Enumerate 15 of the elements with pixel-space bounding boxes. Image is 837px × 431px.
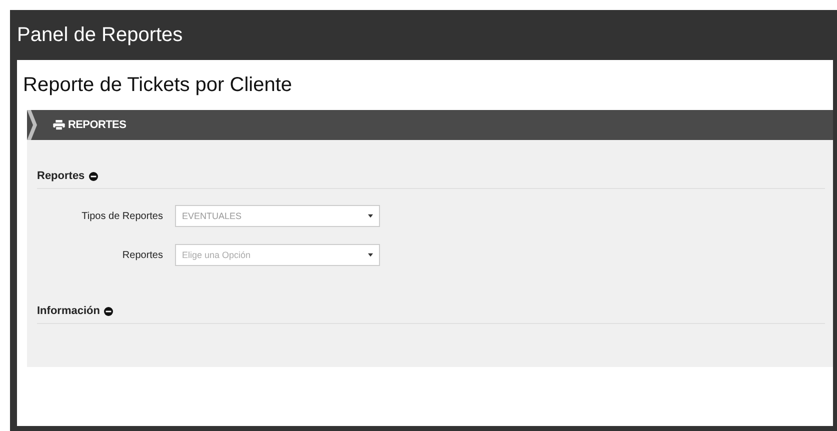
section-heading: Información xyxy=(37,305,100,317)
select-field[interactable]: EVENTUALES xyxy=(175,205,380,227)
section-bar-label: REPORTES xyxy=(68,119,126,131)
window-title: Panel de Reportes xyxy=(17,24,183,46)
bar-notch-icon xyxy=(27,110,37,140)
field-label: Tipos de Reportes xyxy=(80,210,163,222)
field-label: Reportes xyxy=(121,250,163,260)
section-heading: Reportes xyxy=(37,170,85,182)
select-field[interactable]: Elige una Opción xyxy=(175,244,380,266)
collapse-icon[interactable] xyxy=(104,306,113,316)
printer-icon xyxy=(53,120,65,130)
page-title: Reporte de Tickets por Cliente xyxy=(22,73,294,98)
caret-icon xyxy=(368,253,373,257)
collapse-icon[interactable] xyxy=(88,172,98,180)
caret-icon xyxy=(368,214,373,218)
